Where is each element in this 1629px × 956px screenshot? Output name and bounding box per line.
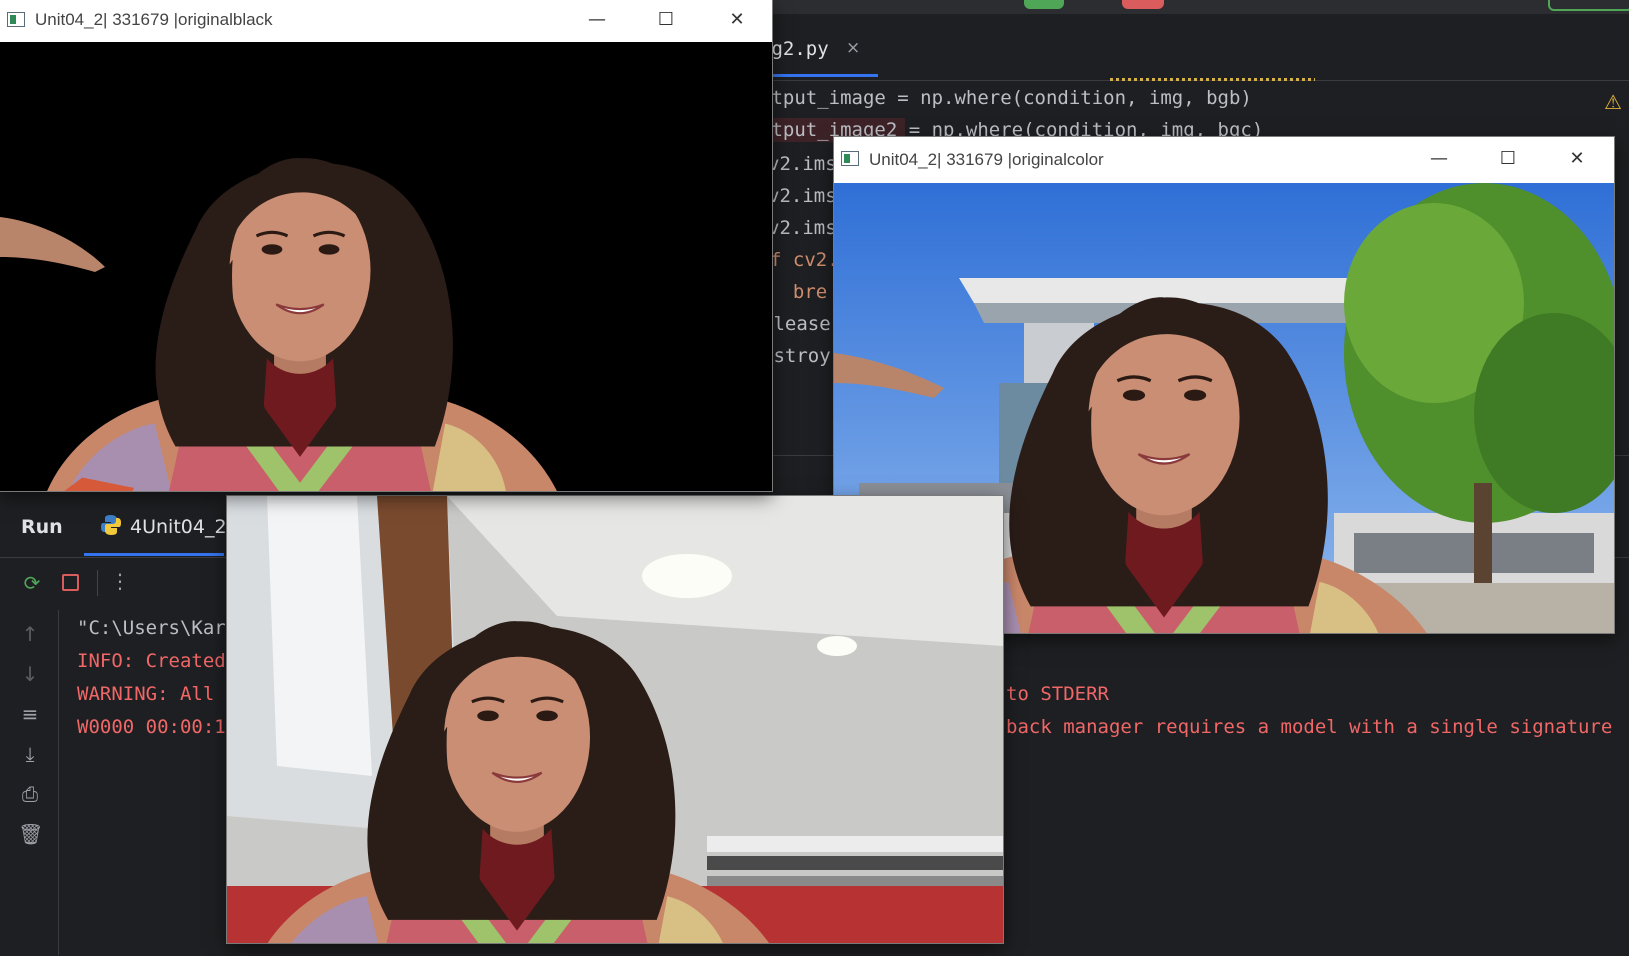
active-tab-indicator bbox=[770, 74, 878, 77]
run-panel-title: Run bbox=[21, 516, 63, 538]
arrow-up-icon[interactable]: ↑ bbox=[18, 622, 42, 646]
console-line-tail: back manager requires a model with a sin… bbox=[1006, 716, 1613, 738]
classroom-camera-image bbox=[227, 496, 1003, 943]
print-icon[interactable]: ⎙ bbox=[18, 782, 42, 806]
window-title-bar[interactable]: Unit04_2| 331679 |originalblack — ☐ ✕ bbox=[0, 0, 772, 42]
maximize-icon[interactable]: ☐ bbox=[1493, 145, 1523, 173]
minimize-icon[interactable]: — bbox=[582, 6, 612, 34]
minimize-icon[interactable]: — bbox=[1424, 145, 1454, 173]
green-outline-button[interactable] bbox=[1548, 0, 1629, 11]
code-line: bre bbox=[770, 281, 828, 303]
code-line: v2.ims bbox=[768, 185, 837, 207]
arrow-down-icon[interactable]: ↓ bbox=[18, 662, 42, 686]
console-line: W0000 00:00:1 bbox=[77, 716, 226, 738]
window-title: Unit04_2| 331679 |originalblack bbox=[35, 10, 273, 29]
stop-icon[interactable] bbox=[62, 574, 79, 591]
soft-wrap-icon[interactable]: ≡ bbox=[18, 702, 42, 726]
code-line: estroy bbox=[762, 345, 831, 367]
editor-tab-close-icon[interactable]: × bbox=[846, 38, 860, 58]
image-canvas-camera bbox=[227, 496, 1003, 943]
code-line: v2.ims bbox=[768, 153, 837, 175]
code-line: v2.ims bbox=[768, 217, 837, 239]
opencv-window-icon bbox=[841, 151, 859, 166]
opencv-window-icon bbox=[7, 12, 25, 27]
console-line: INFO: Created bbox=[77, 650, 226, 672]
toolbar-separator bbox=[97, 570, 98, 596]
console-line: "C:\Users\Kar bbox=[77, 617, 226, 639]
active-run-tab-indicator bbox=[84, 553, 224, 556]
scroll-to-end-icon[interactable]: ⤓ bbox=[18, 742, 42, 766]
red-indicator bbox=[1122, 0, 1164, 9]
segmented-person-image bbox=[0, 42, 772, 491]
console-line: WARNING: All bbox=[77, 683, 215, 705]
code-line: elease bbox=[762, 313, 831, 335]
image-canvas-black bbox=[0, 42, 772, 491]
console-line-tail: to STDERR bbox=[1006, 683, 1109, 705]
maximize-icon[interactable]: ☐ bbox=[651, 6, 681, 34]
window-title-bar[interactable]: Unit04_2| 331679 |originalcolor — ☐ ✕ bbox=[834, 137, 1614, 183]
close-icon[interactable]: ✕ bbox=[1562, 145, 1592, 173]
window-camera-feed[interactable] bbox=[227, 496, 1003, 943]
run-tab-label[interactable]: 4Unit04_2 bbox=[130, 516, 227, 538]
rerun-icon[interactable]: ⟳ bbox=[20, 571, 44, 595]
warning-icon[interactable]: ⚠ bbox=[1604, 90, 1622, 114]
code-line: utput_image = np.where(condition, img, b… bbox=[760, 87, 1252, 109]
window-title: Unit04_2| 331679 |originalcolor bbox=[869, 150, 1104, 169]
green-indicator bbox=[1024, 0, 1064, 9]
code-line: f cv2. bbox=[770, 249, 839, 271]
more-options-icon[interactable]: ⋮ bbox=[108, 569, 132, 593]
close-icon[interactable]: ✕ bbox=[722, 6, 752, 34]
window-originalblack[interactable]: Unit04_2| 331679 |originalblack — ☐ ✕ bbox=[0, 0, 772, 491]
python-icon bbox=[101, 515, 121, 535]
trash-icon[interactable]: 🗑 bbox=[18, 822, 43, 846]
warning-squiggle bbox=[1110, 78, 1315, 81]
